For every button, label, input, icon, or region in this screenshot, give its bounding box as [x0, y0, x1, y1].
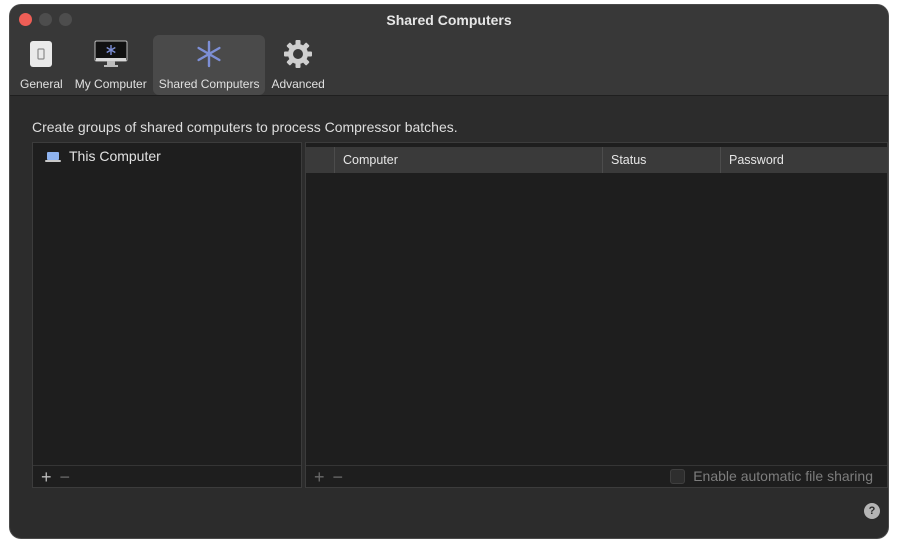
list-item[interactable]: This Computer	[45, 148, 161, 164]
preferences-window: Shared Computers General My Computer Sha…	[10, 5, 888, 538]
tab-advanced[interactable]: Advanced	[265, 35, 330, 95]
tab-general-label: General	[20, 77, 63, 91]
tab-general[interactable]: General	[14, 35, 69, 95]
tab-my-computer[interactable]: My Computer	[69, 35, 153, 95]
list-item-label: This Computer	[69, 148, 161, 164]
table-header: Computer Status Password	[306, 147, 887, 173]
tab-my-computer-label: My Computer	[74, 77, 147, 91]
help-button[interactable]: ?	[864, 503, 880, 519]
description-text: Create groups of shared computers to pro…	[32, 119, 458, 135]
column-header-computer[interactable]: Computer	[334, 147, 602, 173]
groups-list-controls: + −	[33, 465, 301, 487]
tab-shared-computers-label: Shared Computers	[158, 77, 260, 91]
tab-advanced-label: Advanced	[271, 77, 325, 91]
column-header-password[interactable]: Password	[720, 147, 887, 173]
toolbar: Shared Computers General My Computer Sha…	[10, 5, 888, 96]
column-header-select[interactable]	[306, 147, 334, 173]
toolbar-tabs: General My Computer Shared Computers Adv…	[14, 35, 331, 95]
add-group-button[interactable]: +	[41, 468, 52, 486]
switch-icon	[21, 37, 61, 71]
file-sharing-option[interactable]: Enable automatic file sharing	[670, 468, 873, 484]
file-sharing-checkbox[interactable]	[670, 468, 686, 484]
column-header-status[interactable]: Status	[602, 147, 720, 173]
monitor-icon	[91, 37, 131, 71]
computers-table[interactable]: Computer Status Password + − Enable auto…	[305, 142, 888, 488]
remove-group-button[interactable]: −	[60, 468, 71, 486]
file-sharing-label: Enable automatic file sharing	[693, 468, 873, 484]
network-icon	[189, 37, 229, 71]
remove-computer-button[interactable]: −	[333, 468, 344, 486]
tab-shared-computers[interactable]: Shared Computers	[152, 35, 266, 95]
laptop-icon	[45, 150, 61, 162]
add-computer-button[interactable]: +	[314, 468, 325, 486]
groups-list[interactable]: This Computer + −	[32, 142, 302, 488]
window-title: Shared Computers	[386, 12, 512, 28]
gear-icon	[278, 37, 318, 71]
computers-table-controls: + − Enable automatic file sharing	[306, 465, 887, 487]
